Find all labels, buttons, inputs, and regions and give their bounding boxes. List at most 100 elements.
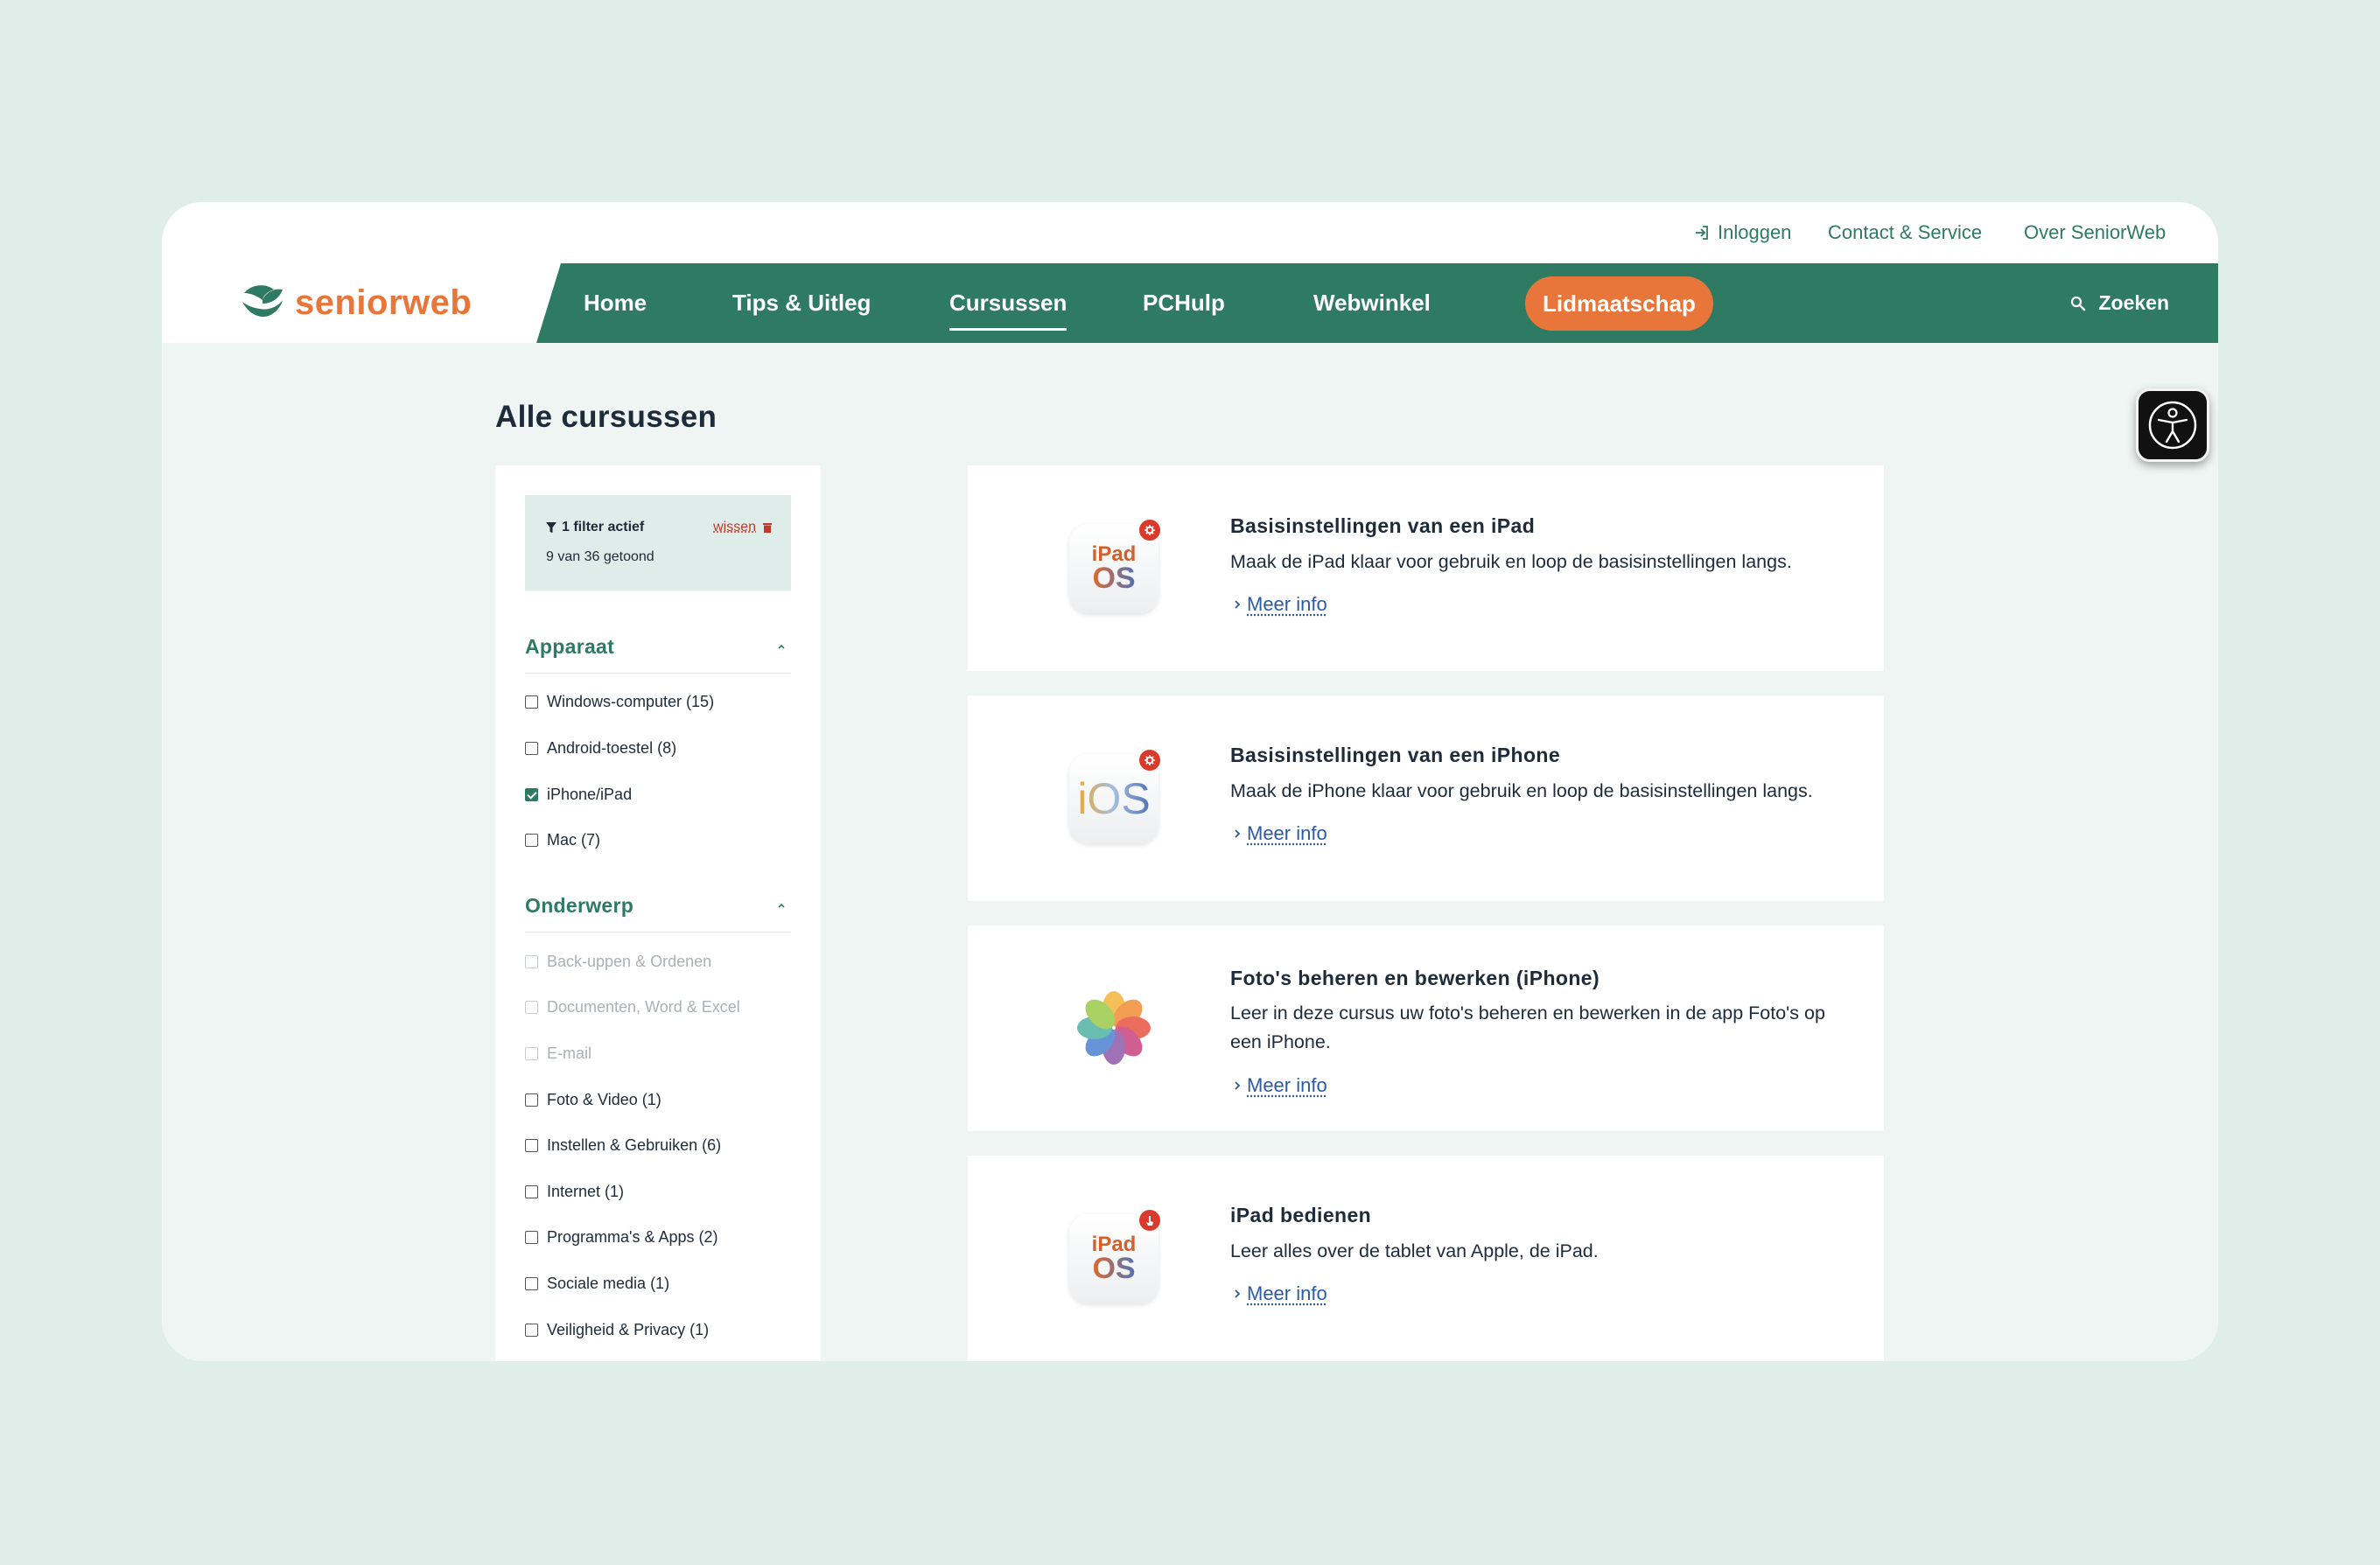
course-description: Maak de iPhone klaar voor gebruik en loo… xyxy=(1230,780,1813,801)
clear-filters-label: wissen xyxy=(713,520,756,534)
filter-group-title: Onderwerp xyxy=(525,894,634,917)
filter-option-iphone-ipad[interactable]: iPhone/iPad xyxy=(525,786,632,804)
accessibility-button[interactable] xyxy=(2136,388,2209,462)
membership-button[interactable]: Lidmaatschap xyxy=(1525,276,1713,331)
icon-text: iOS xyxy=(1077,774,1151,823)
more-info-link[interactable]: Meer info xyxy=(1233,1074,1327,1097)
checkbox[interactable] xyxy=(525,1139,538,1152)
about-link[interactable]: Over SeniorWeb xyxy=(2024,221,2166,244)
login-label: Inloggen xyxy=(1718,221,1792,243)
chevron-up-icon xyxy=(778,644,785,649)
option-label: iPhone/iPad xyxy=(547,786,633,803)
option-label: Android-toestel (8) xyxy=(547,739,677,757)
checkbox[interactable] xyxy=(525,695,538,709)
option-label: Mac (7) xyxy=(547,831,601,849)
main-nav: Home Tips & Uitleg Cursussen PCHulp Webw… xyxy=(536,263,2218,343)
nav-item-tips[interactable]: Tips & Uitleg xyxy=(732,263,871,343)
course-description: Leer alles over de tablet van Apple, de … xyxy=(1230,1240,1599,1261)
checkbox-disabled xyxy=(525,1047,538,1060)
gear-icon xyxy=(1139,520,1160,541)
contact-label: Contact & Service xyxy=(1828,221,1983,243)
filter-option-setup[interactable]: Instellen & Gebruiken (6) xyxy=(525,1136,721,1155)
filter-active-label: 1 filter actief xyxy=(562,520,645,534)
nav-item-webshop[interactable]: Webwinkel xyxy=(1313,263,1431,343)
login-icon xyxy=(1696,226,1708,240)
accessibility-icon xyxy=(2148,401,2197,450)
filter-option-backup: Back-uppen & Ordenen xyxy=(525,953,711,971)
photos-icon xyxy=(1069,983,1158,1072)
contact-service-link[interactable]: Contact & Service xyxy=(1828,221,1982,244)
trash-icon xyxy=(763,523,772,533)
search-icon xyxy=(2071,296,2086,311)
option-label: Programma's & Apps (2) xyxy=(547,1228,718,1246)
filter-group-topic[interactable]: Onderwerp xyxy=(525,894,791,933)
seniorweb-logo-icon xyxy=(242,285,283,318)
chevron-up-icon xyxy=(778,903,785,908)
filter-option-social[interactable]: Sociale media (1) xyxy=(525,1275,669,1293)
filter-sidebar: 1 filter actief wissen 9 van 36 getoond … xyxy=(495,465,821,1361)
checkbox-disabled xyxy=(525,955,538,968)
course-title: Basisinstellingen van een iPad xyxy=(1230,514,1536,537)
checkbox[interactable] xyxy=(525,834,538,847)
filter-group-device[interactable]: Apparaat xyxy=(525,635,791,674)
checkbox[interactable] xyxy=(525,1277,538,1290)
filter-option-android[interactable]: Android-toestel (8) xyxy=(525,739,676,758)
course-description: Leer in deze cursus uw foto's beheren en… xyxy=(1230,1003,1825,1052)
search-button[interactable]: Zoeken xyxy=(2070,263,2169,343)
gear-icon xyxy=(1139,750,1160,771)
course-card[interactable]: Foto's beheren en bewerken (iPhone) Leer… xyxy=(968,926,1884,1131)
filter-option-email: E-mail xyxy=(525,1044,592,1063)
filter-option-security[interactable]: Veiligheid & Privacy (1) xyxy=(525,1321,709,1339)
option-label: Internet (1) xyxy=(547,1183,625,1200)
page-title: Alle cursussen xyxy=(495,400,718,434)
result-count: 9 van 36 getoond xyxy=(546,549,654,564)
filter-option-internet[interactable]: Internet (1) xyxy=(525,1183,624,1201)
clear-filters-link[interactable]: wissen xyxy=(713,520,772,535)
filter-option-apps[interactable]: Programma's & Apps (2) xyxy=(525,1228,718,1247)
checkbox[interactable] xyxy=(525,1185,538,1198)
chevron-right-icon xyxy=(1235,829,1241,838)
more-info-link[interactable]: Meer info xyxy=(1233,822,1327,845)
course-card[interactable]: iOS Basisinstellingen van een iPhone Maa… xyxy=(968,695,1884,901)
course-title: Basisinstellingen van een iPhone xyxy=(1230,744,1561,766)
utility-bar: Inloggen Contact & Service Over SeniorWe… xyxy=(162,202,2218,263)
browser-frame: Inloggen Contact & Service Over SeniorWe… xyxy=(162,202,2218,1361)
brand-name: seniorweb xyxy=(295,283,472,322)
login-link[interactable]: Inloggen xyxy=(1693,221,1791,244)
about-label: Over SeniorWeb xyxy=(2024,221,2166,243)
more-info-label: Meer info xyxy=(1247,822,1327,844)
more-info-label: Meer info xyxy=(1247,1282,1327,1304)
chevron-right-icon xyxy=(1235,600,1241,609)
checkbox[interactable] xyxy=(525,1231,538,1244)
filter-group-title: Apparaat xyxy=(525,635,615,658)
active-filter-summary: 1 filter actief wissen 9 van 36 getoond xyxy=(525,495,791,590)
checkbox-disabled xyxy=(525,1001,538,1014)
course-title: Foto's beheren en bewerken (iPhone) xyxy=(1230,967,1600,989)
checkbox-checked[interactable] xyxy=(525,788,538,801)
checkbox[interactable] xyxy=(525,1324,538,1337)
checkbox[interactable] xyxy=(525,742,538,755)
nav-item-pchulp[interactable]: PCHulp xyxy=(1143,263,1225,343)
filter-option-windows[interactable]: Windows-computer (15) xyxy=(525,693,714,711)
option-label: Instellen & Gebruiken (6) xyxy=(547,1136,722,1154)
seniorweb-logo[interactable]: seniorweb xyxy=(239,281,472,325)
checkbox[interactable] xyxy=(525,1093,538,1107)
nav-item-home[interactable]: Home xyxy=(584,263,647,343)
course-card[interactable]: iPad OS Basisinstellingen van een iPad M… xyxy=(968,465,1884,671)
course-title: iPad bedienen xyxy=(1230,1204,1372,1226)
chevron-right-icon xyxy=(1235,1289,1241,1298)
filter-status: 1 filter actief xyxy=(546,520,644,535)
more-info-link[interactable]: Meer info xyxy=(1233,1282,1327,1305)
icon-text-bottom: OS xyxy=(1092,562,1136,595)
filter-option-photo-video[interactable]: Foto & Video (1) xyxy=(525,1091,662,1109)
course-card[interactable]: iPad OS iPad bedienen Leer alles over de… xyxy=(968,1156,1884,1361)
filter-icon xyxy=(546,521,556,533)
option-label: Documenten, Word & Excel xyxy=(547,998,740,1016)
more-info-label: Meer info xyxy=(1247,593,1327,615)
icon-text-bottom: OS xyxy=(1092,1252,1136,1285)
option-label: E-mail xyxy=(547,1044,592,1062)
nav-item-courses[interactable]: Cursussen xyxy=(949,263,1068,343)
filter-option-mac[interactable]: Mac (7) xyxy=(525,831,600,849)
more-info-link[interactable]: Meer info xyxy=(1233,593,1327,616)
option-label: Sociale media (1) xyxy=(547,1275,670,1292)
